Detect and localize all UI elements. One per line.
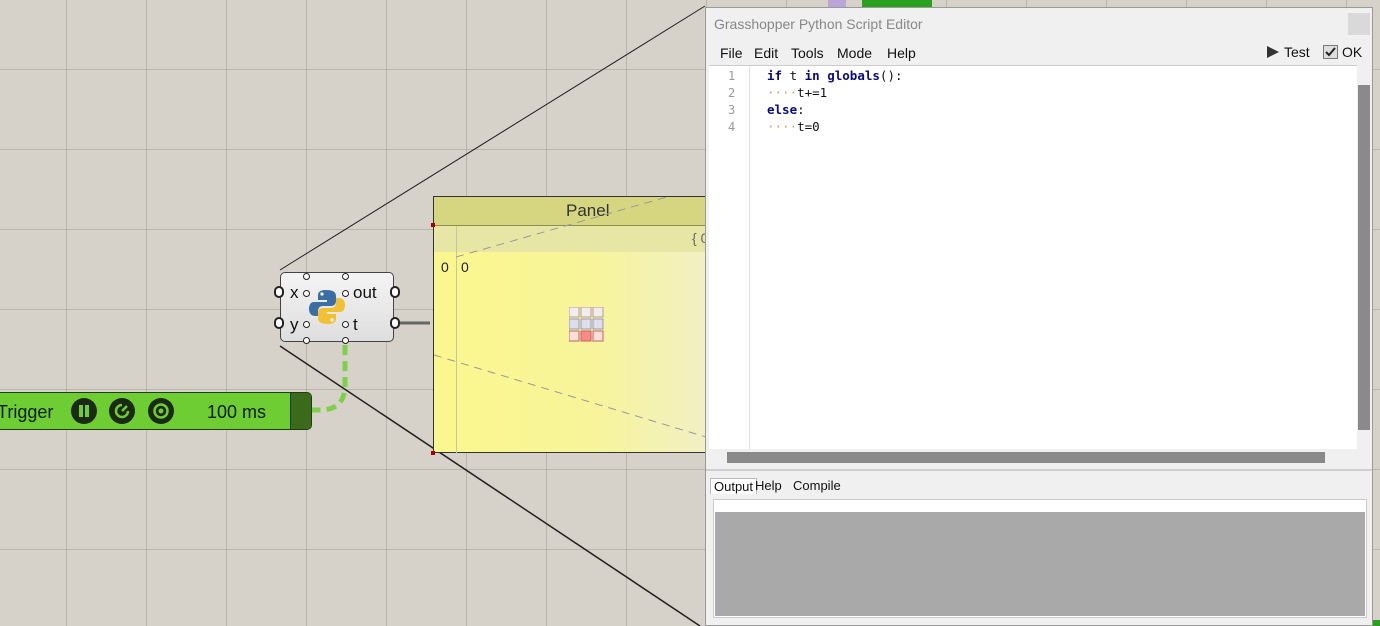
- tab-compile[interactable]: Compile: [793, 478, 841, 493]
- pause-icon: [79, 405, 89, 417]
- keyword: if: [767, 68, 783, 83]
- input-label-y: y: [290, 315, 299, 334]
- keyword: in: [804, 68, 820, 83]
- window-title: Grasshopper Python Script Editor: [714, 16, 923, 32]
- code-line-1: if t in globals():: [767, 68, 903, 83]
- python-script-component[interactable]: x y out t: [274, 272, 400, 344]
- port-dot: [342, 273, 349, 280]
- line-number: 4: [728, 120, 736, 134]
- menu-help[interactable]: Help: [887, 45, 916, 61]
- port-dot: [342, 337, 349, 344]
- output-grip-t[interactable]: [390, 317, 400, 329]
- line-number: 1: [728, 69, 736, 83]
- output-pane[interactable]: [713, 499, 1367, 618]
- canvas-fragment: [828, 0, 846, 7]
- trigger-output-grip[interactable]: [290, 393, 311, 429]
- python-logo-icon: [309, 290, 345, 324]
- menu-mode[interactable]: Mode: [837, 45, 872, 61]
- keyword: else: [767, 102, 798, 117]
- code-text: :: [797, 102, 805, 117]
- refresh-button[interactable]: [109, 398, 135, 424]
- panel-corner-marker: [431, 451, 435, 455]
- code-line-2: ····t+=1: [767, 85, 827, 100]
- input-grip-y[interactable]: [274, 317, 284, 329]
- canvas-fragment: [862, 0, 932, 7]
- port-dot: [303, 337, 310, 344]
- vertical-scrollbar[interactable]: [1357, 65, 1371, 449]
- pane-splitter[interactable]: [706, 469, 1372, 471]
- trigger-label: Trigger: [0, 402, 54, 422]
- input-label-x: x: [290, 283, 299, 302]
- input-grip-x[interactable]: [274, 286, 284, 298]
- code-text: t+=1: [797, 85, 828, 100]
- output-grip-out[interactable]: [390, 286, 400, 298]
- python-script-editor-window[interactable]: Grasshopper Python Script Editor File Ed…: [705, 7, 1373, 626]
- port-dot: [303, 273, 310, 280]
- scrollbar-thumb[interactable]: [727, 452, 1325, 463]
- code-line-4: ····t=0: [767, 119, 820, 134]
- scrollbar-thumb[interactable]: [1358, 85, 1370, 430]
- line-number: 3: [728, 103, 736, 117]
- line-number: 2: [728, 86, 736, 100]
- tab-help[interactable]: Help: [755, 478, 782, 493]
- stop-button[interactable]: [148, 398, 174, 424]
- horizontal-scrollbar[interactable]: [709, 449, 1357, 465]
- trigger-component[interactable]: Trigger 100 ms: [0, 392, 312, 430]
- output-content: [715, 512, 1365, 616]
- ok-button[interactable]: OK: [1323, 44, 1362, 60]
- ok-label: OK: [1342, 44, 1363, 60]
- test-button[interactable]: Test: [1266, 44, 1310, 60]
- code-text: t=0: [797, 119, 820, 134]
- output-label-t: t: [353, 315, 358, 334]
- panel-overlay-lines: [434, 197, 707, 438]
- tab-output[interactable]: Output: [710, 478, 758, 494]
- checkmark-icon: [1323, 45, 1338, 59]
- test-label: Test: [1284, 44, 1310, 60]
- stop-icon: [153, 403, 169, 419]
- play-icon: [1267, 46, 1279, 58]
- code-editor[interactable]: 1 2 3 4 if t in globals(): ····t+=1 else…: [709, 65, 1357, 450]
- panel-corner-marker: [431, 223, 435, 227]
- panel-component[interactable]: Panel { 0 0 0: [433, 196, 723, 453]
- code-line-3: else:: [767, 102, 805, 117]
- refresh-icon: [114, 403, 130, 419]
- whitespace-marker: ····: [767, 119, 798, 134]
- menu-edit[interactable]: Edit: [754, 45, 778, 61]
- close-button[interactable]: [1348, 13, 1370, 35]
- keyword: globals: [819, 68, 880, 83]
- whitespace-marker: ····: [767, 85, 798, 100]
- menu-tools[interactable]: Tools: [791, 45, 824, 61]
- output-label-out: out: [353, 283, 377, 302]
- trigger-interval[interactable]: 100 ms: [207, 402, 266, 423]
- code-text: ():: [879, 68, 903, 83]
- code-text: t: [782, 68, 805, 83]
- pause-button[interactable]: [71, 398, 97, 424]
- menu-file[interactable]: File: [720, 45, 743, 61]
